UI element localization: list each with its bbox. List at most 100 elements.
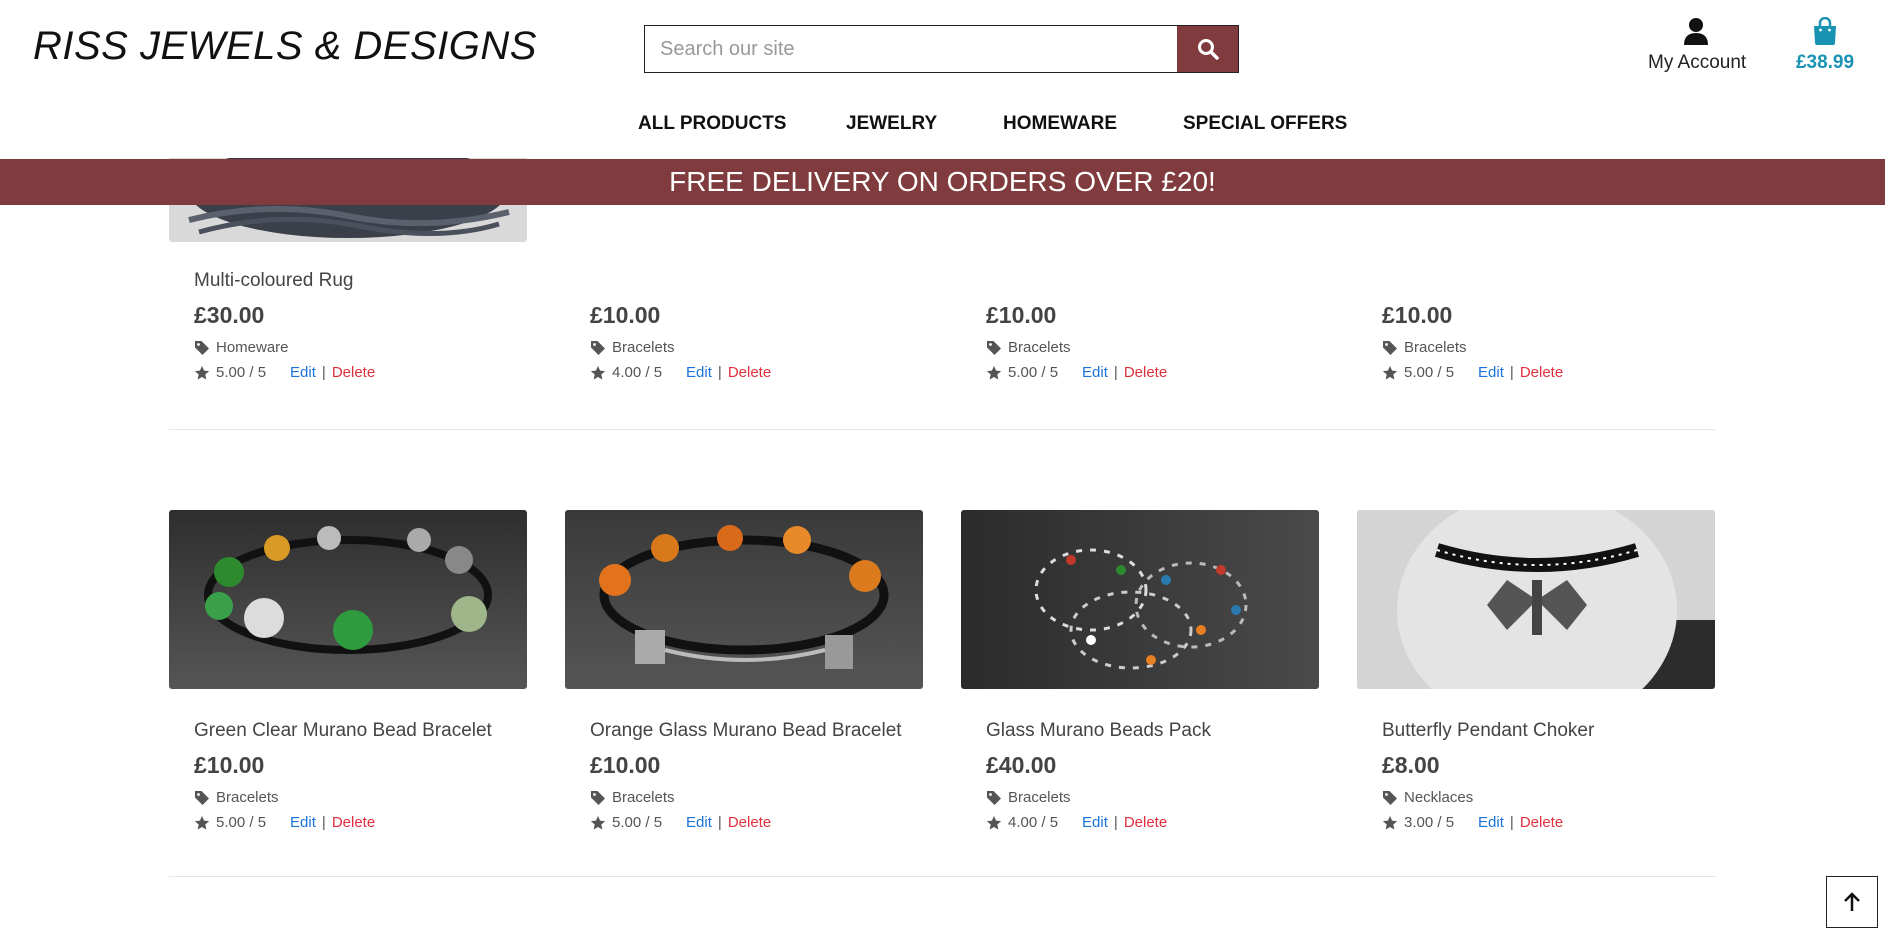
separator: | — [1113, 364, 1118, 381]
edit-link[interactable]: Edit — [686, 364, 712, 381]
rating-value: 5.00 / 5 — [612, 814, 663, 831]
product-price: £10.00 — [590, 752, 661, 778]
product-info: Glass Murano Beads Pack £40.00 Bracelets… — [986, 720, 1211, 831]
rating-value: 5.00 / 5 — [1008, 364, 1059, 381]
delete-link[interactable]: Delete — [1520, 364, 1563, 381]
separator: | — [321, 364, 326, 381]
delete-link[interactable]: Delete — [1124, 364, 1167, 381]
edit-link[interactable]: Edit — [1478, 814, 1504, 831]
edit-link[interactable]: Edit — [1082, 814, 1108, 831]
brand-logo[interactable]: RISS JEWELS & DESIGNS — [33, 24, 537, 69]
product-name[interactable]: Glass Murano Beads Pack — [986, 720, 1211, 742]
product-name[interactable] — [590, 270, 771, 292]
star-icon — [986, 815, 1002, 829]
product-info: Green Clear Murano Bead Bracelet £10.00 … — [194, 720, 492, 831]
site-header: RISS JEWELS & DESIGNS My Account — [0, 0, 1885, 158]
edit-link[interactable]: Edit — [1082, 364, 1108, 381]
search-input[interactable] — [645, 26, 1177, 72]
bag-total: £38.99 — [1795, 52, 1855, 73]
delete-link[interactable]: Delete — [332, 364, 375, 381]
back-to-top-button[interactable] — [1826, 876, 1878, 928]
page: Multi-coloured Rug £30.00 Homeware 5.00 … — [0, 0, 1885, 934]
product-image[interactable] — [565, 510, 923, 689]
product-info: Orange Glass Murano Bead Bracelet £10.00… — [590, 720, 902, 831]
main-nav: ALL PRODUCTS JEWELRY HOMEWARE SPECIAL OF… — [0, 113, 1885, 139]
rating-value: 5.00 / 5 — [216, 364, 267, 381]
star-icon — [1382, 365, 1398, 379]
arrow-up-icon — [1844, 892, 1860, 911]
category-label: Bracelets — [612, 789, 675, 806]
search-button[interactable] — [1177, 26, 1238, 72]
product-price: £10.00 — [590, 302, 661, 328]
product-category[interactable]: Bracelets — [194, 789, 492, 806]
tag-icon — [591, 790, 605, 805]
product-category[interactable]: Necklaces — [1382, 789, 1594, 806]
edit-link[interactable]: Edit — [1478, 364, 1504, 381]
tag-icon — [987, 340, 1001, 355]
delete-link[interactable]: Delete — [728, 364, 771, 381]
edit-link[interactable]: Edit — [290, 814, 316, 831]
product-price: £40.00 — [986, 752, 1057, 778]
product-meta: 5.00 / 5 Edit | Delete — [1382, 364, 1563, 381]
product-card[interactable]: Green Clear Murano Bead Bracelet £10.00 … — [169, 510, 527, 831]
tag-icon — [987, 790, 1001, 805]
product-card[interactable]: Butterfly Pendant Choker £8.00 Necklaces… — [1357, 510, 1715, 831]
product-name[interactable]: Butterfly Pendant Choker — [1382, 720, 1594, 742]
edit-link[interactable]: Edit — [686, 814, 712, 831]
product-name[interactable]: Multi-coloured Rug — [194, 270, 375, 292]
nav-homeware[interactable]: HOMEWARE — [1003, 113, 1117, 135]
product-category[interactable]: Homeware — [194, 339, 375, 356]
category-label: Bracelets — [1008, 789, 1071, 806]
star-icon — [590, 815, 606, 829]
product-meta: 5.00 / 5 Edit | Delete — [194, 814, 492, 831]
product-price: £10.00 — [1382, 302, 1453, 328]
product-name[interactable]: Green Clear Murano Bead Bracelet — [194, 720, 492, 742]
delete-link[interactable]: Delete — [1520, 814, 1563, 831]
rating-value: 3.00 / 5 — [1404, 814, 1455, 831]
product-card[interactable]: Orange Glass Murano Bead Bracelet £10.00… — [565, 510, 923, 831]
product-image[interactable] — [1357, 510, 1715, 689]
product-name[interactable] — [986, 270, 1167, 292]
delete-link[interactable]: Delete — [728, 814, 771, 831]
product-name[interactable]: Orange Glass Murano Bead Bracelet — [590, 720, 902, 742]
tag-icon — [195, 340, 209, 355]
edit-link[interactable]: Edit — [290, 364, 316, 381]
product-info: £10.00 Bracelets 4.00 / 5 Edit | Delete — [590, 270, 771, 381]
product-card[interactable]: Glass Murano Beads Pack £40.00 Bracelets… — [961, 510, 1319, 831]
star-icon — [194, 815, 210, 829]
product-image[interactable] — [961, 510, 1319, 689]
star-icon — [1382, 815, 1398, 829]
nav-all-products[interactable]: ALL PRODUCTS — [638, 113, 786, 135]
product-meta: 5.00 / 5 Edit | Delete — [590, 814, 902, 831]
product-name[interactable] — [1382, 270, 1563, 292]
category-label: Homeware — [216, 339, 289, 356]
category-label: Bracelets — [612, 339, 675, 356]
product-info: Butterfly Pendant Choker £8.00 Necklaces… — [1382, 720, 1594, 831]
product-price: £10.00 — [194, 752, 265, 778]
separator: | — [321, 814, 326, 831]
product-category[interactable]: Bracelets — [590, 789, 902, 806]
delete-link[interactable]: Delete — [332, 814, 375, 831]
nav-special-offers[interactable]: SPECIAL OFFERS — [1183, 113, 1347, 135]
separator: | — [1509, 364, 1514, 381]
my-account-link[interactable]: My Account — [1648, 17, 1747, 74]
my-account-label: My Account — [1648, 52, 1747, 73]
shopping-bag-link[interactable]: £38.99 — [1790, 16, 1860, 74]
product-category[interactable]: Bracelets — [986, 789, 1211, 806]
product-image[interactable] — [169, 510, 527, 689]
delivery-banner: FREE DELIVERY ON ORDERS OVER £20! — [0, 159, 1885, 205]
product-category[interactable]: Bracelets — [590, 339, 771, 356]
product-info: Multi-coloured Rug £30.00 Homeware 5.00 … — [194, 270, 375, 381]
product-category[interactable]: Bracelets — [986, 339, 1167, 356]
product-meta: 5.00 / 5 Edit | Delete — [986, 364, 1167, 381]
tag-icon — [1383, 790, 1397, 805]
star-icon — [986, 365, 1002, 379]
separator: | — [1509, 814, 1514, 831]
separator: | — [717, 814, 722, 831]
star-icon — [194, 365, 210, 379]
delete-link[interactable]: Delete — [1124, 814, 1167, 831]
tag-icon — [591, 340, 605, 355]
product-category[interactable]: Bracelets — [1382, 339, 1563, 356]
nav-jewelry[interactable]: JEWELRY — [846, 113, 937, 135]
search-form — [644, 25, 1239, 73]
